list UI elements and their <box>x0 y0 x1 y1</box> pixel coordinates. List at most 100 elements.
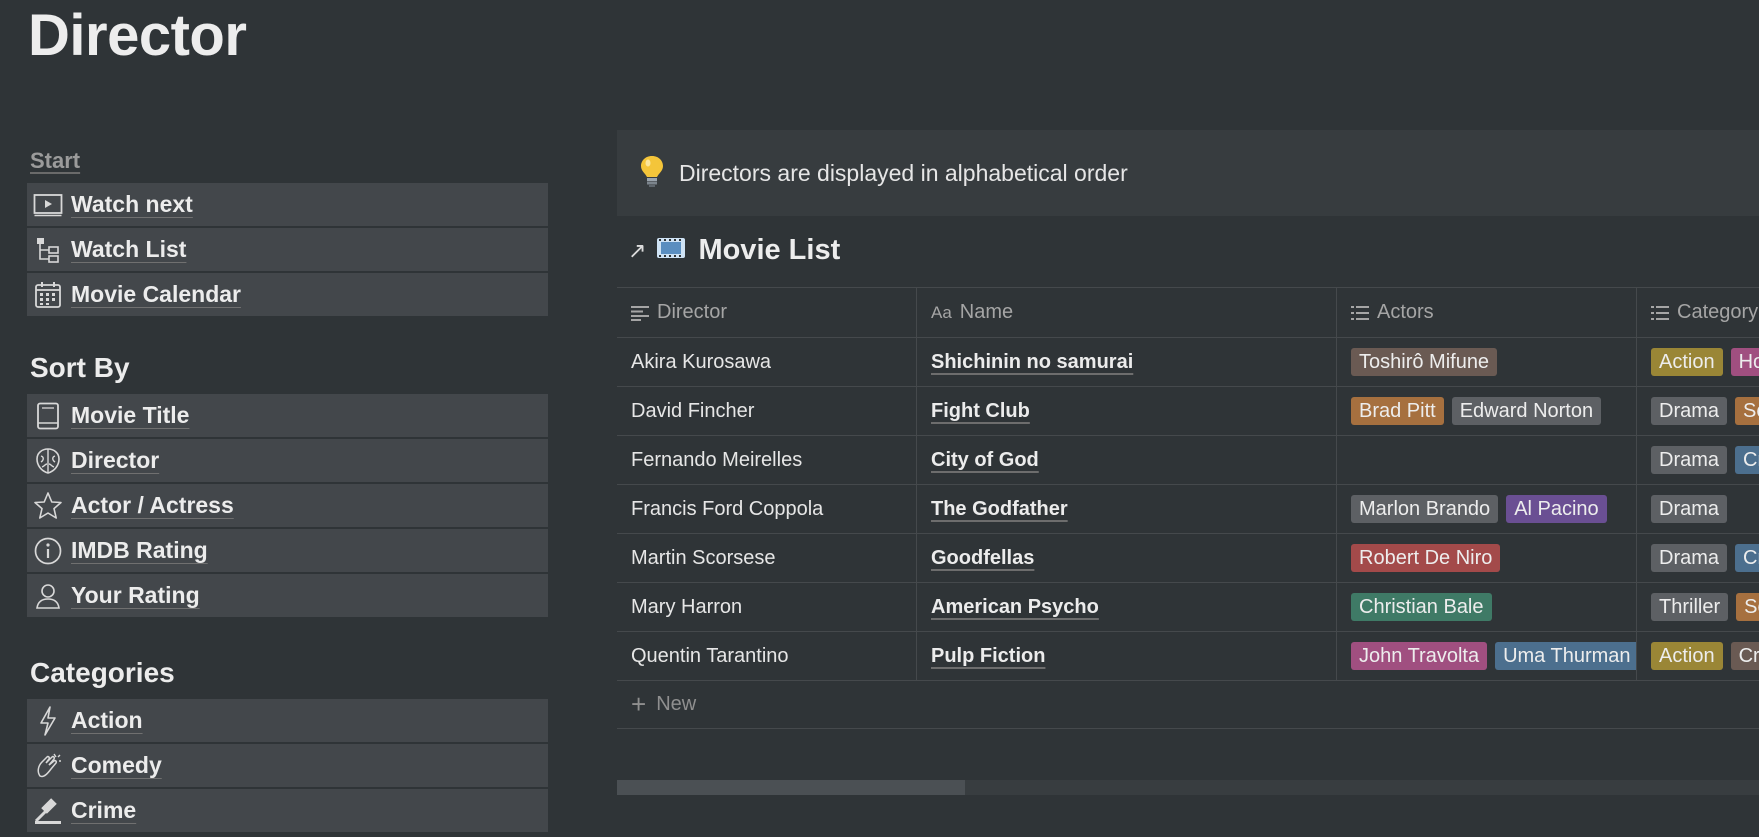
category-tag: Thriller <box>1651 593 1729 621</box>
new-row-button[interactable]: + New <box>617 681 1759 729</box>
category-tag: Action <box>1651 348 1723 376</box>
column-header-category[interactable]: Category <box>1637 288 1759 337</box>
start-link[interactable]: Start <box>30 148 80 174</box>
film-strip-icon <box>656 237 686 264</box>
actors-cell[interactable]: Robert De Niro <box>1337 534 1637 582</box>
new-row-label: New <box>656 693 697 715</box>
table-header-row: Director Aa Name Actors Category <box>617 287 1759 338</box>
nav-item-movie-calendar[interactable]: Movie Calendar <box>27 273 548 318</box>
nav-item-action[interactable]: Action <box>27 699 548 744</box>
actor-tag: Edward Norton <box>1451 397 1602 425</box>
play-screen-icon <box>33 190 63 220</box>
table-row[interactable]: Akira Kurosawa Shichinin no samurai Toshir… <box>617 338 1759 387</box>
page-title: Director <box>28 3 247 68</box>
director-cell[interactable]: Fernando Meirelles <box>617 436 917 484</box>
lightning-icon <box>33 705 63 736</box>
nav-item-comedy[interactable]: Comedy <box>27 744 548 789</box>
clapping-icon <box>33 751 63 781</box>
actors-cell[interactable]: Toshirô Mifune <box>1337 338 1637 386</box>
nav-item-label: Crime <box>71 797 137 823</box>
name-cell[interactable]: American Psycho <box>917 583 1337 631</box>
actor-tag: Robert De Niro <box>1351 544 1501 572</box>
movie-name-link[interactable]: City of God <box>931 449 1039 472</box>
multi-select-icon <box>1651 305 1669 321</box>
category-tag: Sci-Fi <box>1736 593 1759 621</box>
director-cell[interactable]: David Fincher <box>617 387 917 435</box>
category-cell[interactable]: Drama Crime <box>1637 436 1759 484</box>
sort-by-heading: Sort By <box>30 352 130 383</box>
director-cell[interactable]: Mary Harron <box>617 583 917 631</box>
movie-name-link[interactable]: Fight Club <box>931 400 1030 423</box>
table-body: Akira Kurosawa Shichinin no samurai Toshir… <box>617 338 1759 681</box>
table-row[interactable]: Fernando Meirelles City of God Drama Crime <box>617 436 1759 485</box>
horizontal-scrollbar-thumb[interactable] <box>617 780 965 795</box>
sort-nav-group: Movie Title Director Actor / Actress IMD… <box>27 394 548 619</box>
actors-cell[interactable]: Christian Bale <box>1337 583 1637 631</box>
lightbulb-icon <box>639 154 665 193</box>
actor-tag: Al Pacino <box>1506 495 1607 523</box>
actor-tag: John Travolta <box>1351 642 1488 670</box>
brain-icon <box>33 446 63 476</box>
director-cell[interactable]: Akira Kurosawa <box>617 338 917 386</box>
nav-item-label: Comedy <box>71 752 162 778</box>
table-row[interactable]: Mary Harron American Psycho Christian Bale… <box>617 583 1759 632</box>
actors-cell[interactable]: Marlon Brando Al Pacino <box>1337 485 1637 533</box>
director-cell[interactable]: Martin Scorsese <box>617 534 917 582</box>
nav-item-watch-list[interactable]: Watch List <box>27 228 548 273</box>
nav-item-crime[interactable]: Crime <box>27 789 548 834</box>
category-tag: Drama <box>1651 397 1728 425</box>
name-cell[interactable]: Goodfellas <box>917 534 1337 582</box>
name-cell[interactable]: Pulp Fiction <box>917 632 1337 680</box>
name-cell[interactable]: Shichinin no samurai <box>917 338 1337 386</box>
title-property-icon: Aa <box>931 302 952 322</box>
category-cell[interactable]: Thriller Sci-Fi <box>1637 583 1759 631</box>
name-cell[interactable]: Fight Club <box>917 387 1337 435</box>
column-header-director[interactable]: Director <box>617 288 917 337</box>
nav-item-watch-next[interactable]: Watch next <box>27 183 548 228</box>
movie-name-link[interactable]: American Psycho <box>931 596 1099 619</box>
actors-cell[interactable] <box>1337 436 1637 484</box>
category-cell[interactable]: Drama Crime <box>1637 534 1759 582</box>
actor-tag: Brad Pitt <box>1351 397 1444 425</box>
table-row[interactable]: Quentin Tarantino Pulp Fiction John Travol… <box>617 632 1759 681</box>
nav-item-director[interactable]: Director <box>27 439 548 484</box>
nav-item-label: Watch List <box>71 236 187 262</box>
director-cell[interactable]: Francis Ford Coppola <box>617 485 917 533</box>
director-cell[interactable]: Quentin Tarantino <box>617 632 917 680</box>
table-row[interactable]: Martin Scorsese Goodfellas Robert De Niro D… <box>617 534 1759 583</box>
nav-item-imdb-rating[interactable]: IMDB Rating <box>27 529 548 574</box>
movie-name-link[interactable]: Shichinin no samurai <box>931 351 1133 374</box>
name-cell[interactable]: City of God <box>917 436 1337 484</box>
movie-name-link[interactable]: Goodfellas <box>931 547 1034 570</box>
column-header-name[interactable]: Aa Name <box>917 288 1337 337</box>
category-tag: Horror <box>1730 348 1759 376</box>
category-tag: Crime <box>1730 642 1759 670</box>
actors-cell[interactable]: John Travolta Uma Thurman <box>1337 632 1637 680</box>
name-cell[interactable]: The Godfather <box>917 485 1337 533</box>
category-cell[interactable]: ActionHorror <box>1637 338 1759 386</box>
category-tag: Drama <box>1651 446 1728 474</box>
nav-item-actor-actress[interactable]: Actor / Actress <box>27 484 548 529</box>
plus-icon: + <box>631 689 647 719</box>
category-tag: Crime <box>1735 544 1759 572</box>
database-header: ↗ Movie List <box>628 234 840 267</box>
category-cell[interactable]: Drama <box>1637 485 1759 533</box>
open-link-arrow-icon[interactable]: ↗ <box>628 238 646 264</box>
book-icon <box>33 401 63 431</box>
actors-cell[interactable]: Brad Pitt Edward Norton <box>1337 387 1637 435</box>
nav-item-your-rating[interactable]: Your Rating <box>27 574 548 619</box>
start-nav-group: Watch next Watch List Movie Calendar <box>27 183 548 318</box>
info-callout: Directors are displayed in alphabetical … <box>617 130 1759 216</box>
callout-text: Directors are displayed in alphabetical … <box>679 159 1128 186</box>
table-row[interactable]: Francis Ford Coppola The Godfather Marlon … <box>617 485 1759 534</box>
category-cell[interactable]: ActionCrime <box>1637 632 1759 680</box>
movie-name-link[interactable]: Pulp Fiction <box>931 645 1045 668</box>
movie-name-link[interactable]: The Godfather <box>931 498 1068 521</box>
nav-item-movie-title[interactable]: Movie Title <box>27 394 548 439</box>
category-cell[interactable]: Drama Sci-Fi <box>1637 387 1759 435</box>
table-row[interactable]: David Fincher Fight Club Brad Pitt Edward N… <box>617 387 1759 436</box>
database-title[interactable]: Movie List <box>698 234 840 267</box>
calendar-icon <box>33 280 63 310</box>
nav-item-label: Action <box>71 707 143 733</box>
column-header-actors[interactable]: Actors <box>1337 288 1637 337</box>
